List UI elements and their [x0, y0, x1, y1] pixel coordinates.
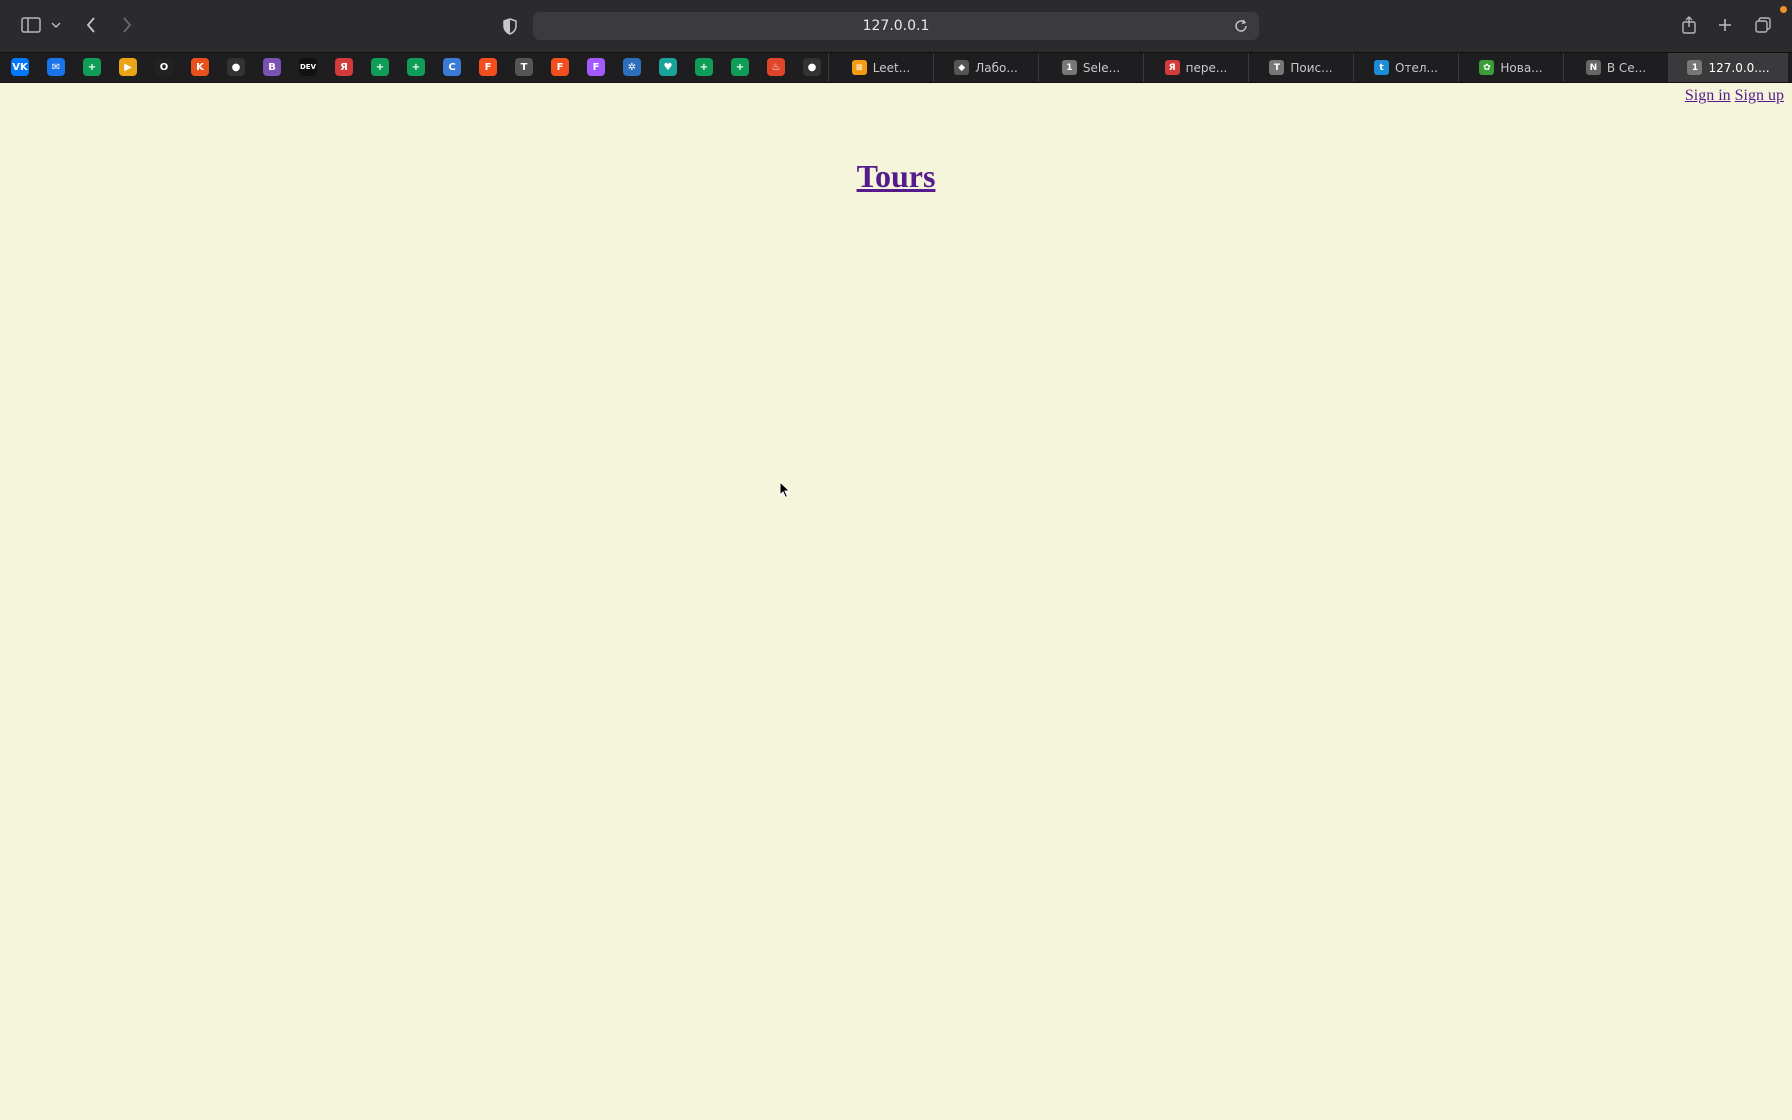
tab-label: Нова... — [1500, 60, 1543, 75]
tab-label: Лабо... — [975, 60, 1018, 75]
sign-up-link[interactable]: Sign up — [1735, 87, 1784, 104]
sheets-icon: + — [695, 58, 713, 76]
tab-label: Sele... — [1082, 60, 1121, 75]
sidebar-toggle-icon[interactable] — [20, 14, 42, 36]
tab-favicon-icon: ✿ — [1479, 60, 1495, 75]
tab-label: Отел... — [1395, 60, 1438, 75]
pinned-tab[interactable]: Я — [326, 55, 362, 79]
tab[interactable]: N В Се... — [1563, 53, 1668, 82]
pinned-tab[interactable]: ● — [218, 55, 254, 79]
address-text: 127.0.0.1 — [862, 18, 930, 34]
pinned-tab[interactable]: ♥ — [650, 55, 686, 79]
notification-dot — [1780, 6, 1787, 13]
share-icon[interactable] — [1679, 14, 1699, 36]
sheets-icon: + — [83, 58, 101, 76]
tab[interactable]: T Поис... — [1248, 53, 1353, 82]
chevron-down-icon[interactable] — [50, 18, 62, 32]
figma-icon: F — [587, 58, 605, 76]
pinned-tab[interactable]: ✉ — [38, 55, 74, 79]
pinned-tab[interactable]: ▶ — [110, 55, 146, 79]
tab-favicon-icon: 1 — [1687, 60, 1703, 75]
browser-toolbar: 127.0.0.1 — [0, 0, 1792, 52]
tab-label: В Се... — [1606, 60, 1647, 75]
sheets-icon: + — [731, 58, 749, 76]
app-icon: K — [191, 58, 209, 76]
opera-icon: O — [155, 58, 173, 76]
pinned-tab[interactable]: + — [398, 55, 434, 79]
github-icon: ● — [803, 58, 821, 76]
mail-icon: ✉ — [47, 58, 65, 76]
tab-favicon-icon: 1 — [1061, 60, 1077, 75]
pinned-tab[interactable]: + — [722, 55, 758, 79]
tab-favicon-icon: Я — [1164, 60, 1180, 75]
pinned-tab[interactable]: ♨ — [758, 55, 794, 79]
pinned-tab[interactable]: ● — [794, 55, 830, 79]
pinned-tab[interactable]: C — [434, 55, 470, 79]
pinned-tab[interactable]: B — [254, 55, 290, 79]
video-player-icon: ▶ — [119, 58, 137, 76]
pinned-tab[interactable]: ✲ — [614, 55, 650, 79]
tours-link[interactable]: Tours — [857, 158, 936, 194]
pinned-tab[interactable]: O — [146, 55, 182, 79]
sheets-icon: + — [371, 58, 389, 76]
tab[interactable]: Япере... — [1143, 53, 1248, 82]
tab[interactable]: ◆ Лабо... — [933, 53, 1038, 82]
tab-active[interactable]: 1 127.0.0.... — [1668, 53, 1788, 82]
tab-favicon-icon: ◆ — [954, 60, 970, 75]
tab[interactable]: ✿ Нова... — [1458, 53, 1563, 82]
tab[interactable]: 1 Sele... — [1038, 53, 1143, 82]
c-icon: C — [443, 58, 461, 76]
vk-icon: VK — [11, 58, 29, 76]
tab[interactable]: ≡ Leet... — [828, 53, 933, 82]
pinned-tabs: VK ✉ + ▶ O K ● B DEV Я + + C F T F F ✲ ♥ + + ♨ ● — [2, 55, 830, 79]
fire-icon: ♨ — [767, 58, 785, 76]
reload-icon[interactable] — [1231, 16, 1251, 36]
tab-label: 127.0.0.... — [1708, 60, 1770, 75]
forward-icon[interactable] — [118, 14, 136, 36]
tab-bar: VK ✉ + ▶ O K ● B DEV Я + + C F T F F ✲ ♥ + + ♨ ● ≡ Leet... ◆ Лабо… — [0, 52, 1792, 83]
pinned-tab[interactable]: + — [74, 55, 110, 79]
dev-icon: DEV — [299, 58, 317, 76]
typora-icon: T — [515, 58, 533, 76]
page-title: Tours — [0, 158, 1792, 195]
sheets-icon: + — [407, 58, 425, 76]
pinned-tab[interactable]: T — [506, 55, 542, 79]
auth-links: Sign in Sign up — [1685, 87, 1784, 105]
tab-favicon-icon: t — [1374, 60, 1390, 75]
yandex-icon: Я — [335, 58, 353, 76]
pinned-tab[interactable]: K — [182, 55, 218, 79]
pinned-tab[interactable]: DEV — [290, 55, 326, 79]
tab-label: Leet... — [872, 60, 911, 75]
pinned-tab[interactable]: VK — [2, 55, 38, 79]
tab-favicon-icon: T — [1269, 60, 1285, 75]
pinned-tab[interactable]: F — [470, 55, 506, 79]
tab-label: Поис... — [1290, 60, 1333, 75]
pinned-tab[interactable]: + — [686, 55, 722, 79]
mouse-cursor-icon — [779, 480, 791, 504]
address-bar[interactable]: 127.0.0.1 — [533, 12, 1259, 40]
github-icon: ● — [227, 58, 245, 76]
pinned-tab[interactable]: F — [578, 55, 614, 79]
privacy-shield-icon[interactable] — [500, 15, 520, 37]
open-tabs: ≡ Leet... ◆ Лабо... 1 Sele... Япере... T Поис...… — [828, 53, 1788, 82]
network-icon: ✲ — [623, 58, 641, 76]
figma-icon: F — [479, 58, 497, 76]
tab-favicon-icon: N — [1585, 60, 1601, 75]
tab[interactable]: t Отел... — [1353, 53, 1458, 82]
figma-icon: F — [551, 58, 569, 76]
pinned-tab[interactable]: F — [542, 55, 578, 79]
shield-icon: ♥ — [659, 58, 677, 76]
new-tab-icon[interactable] — [1715, 15, 1735, 35]
back-icon[interactable] — [82, 14, 100, 36]
bootstrap-icon: B — [263, 58, 281, 76]
pinned-tab[interactable]: + — [362, 55, 398, 79]
tab-label: пере... — [1185, 60, 1228, 75]
tab-favicon-icon: ≡ — [851, 60, 867, 75]
tab-overview-icon[interactable] — [1753, 15, 1773, 35]
sign-in-link[interactable]: Sign in — [1685, 87, 1731, 104]
